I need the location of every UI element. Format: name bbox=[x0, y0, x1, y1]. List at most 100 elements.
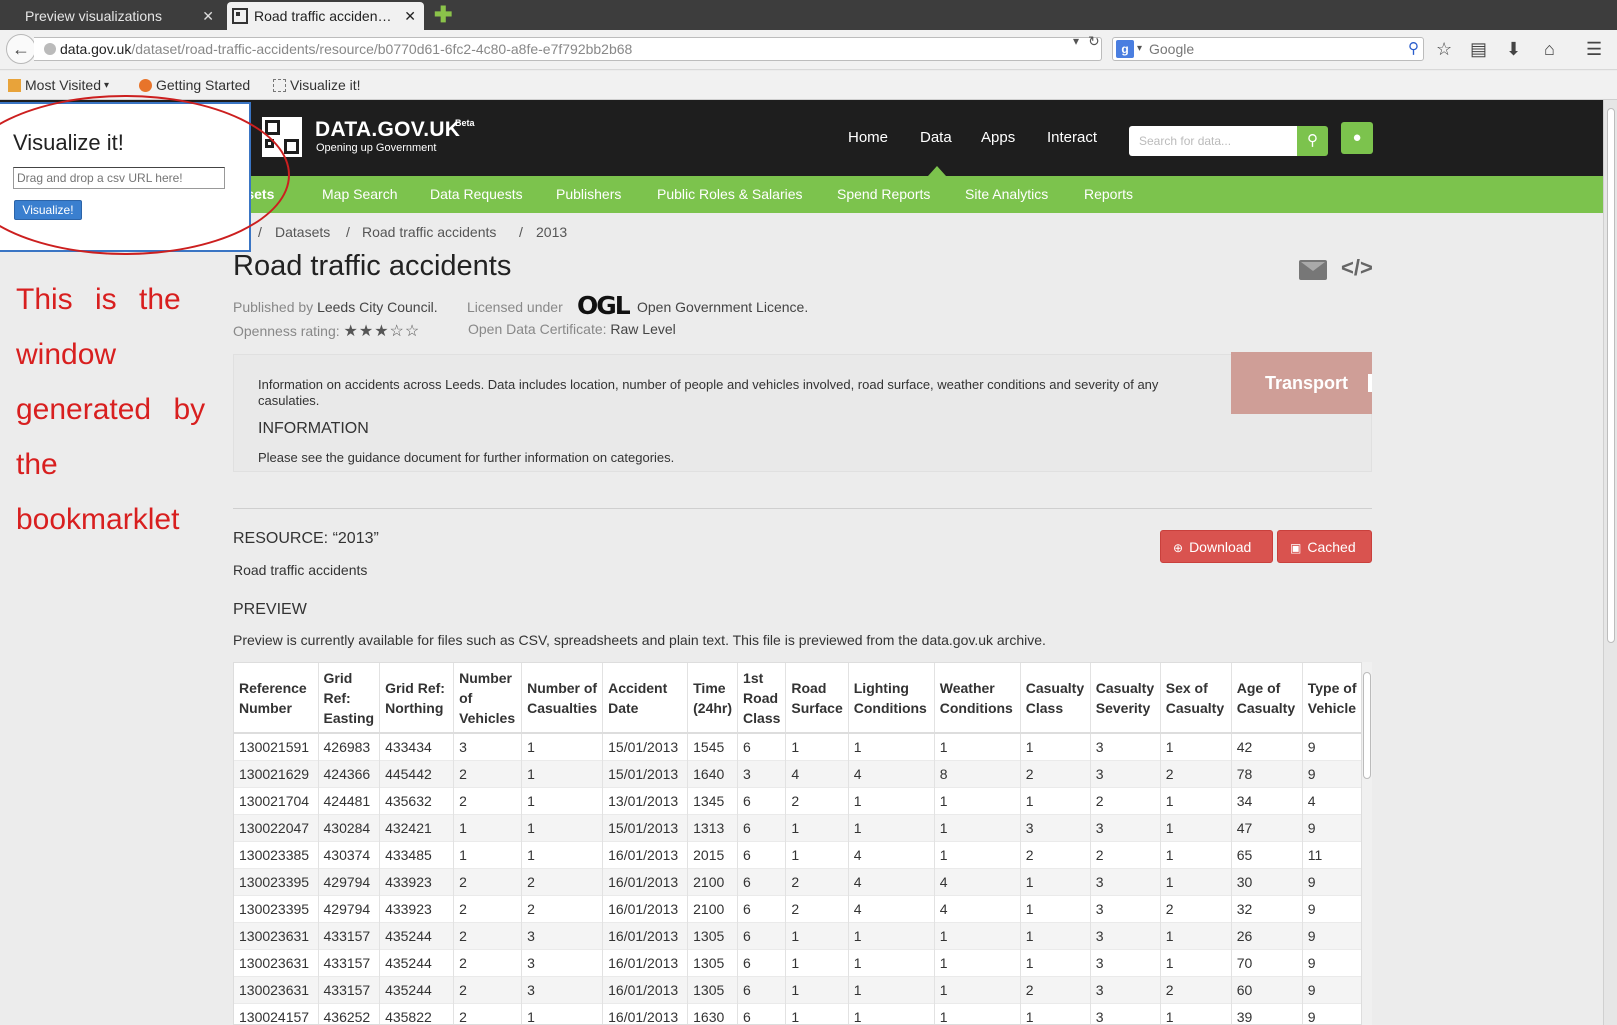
bookmark-visualize-it[interactable]: Visualize it! bbox=[273, 77, 361, 93]
search-input[interactable]: g ▾ Google ⚲ bbox=[1112, 37, 1424, 61]
star-icon[interactable]: ☆ bbox=[1436, 38, 1452, 60]
search-icon[interactable]: ⚲ bbox=[1408, 38, 1419, 60]
bookmark-getting-started[interactable]: Getting Started bbox=[139, 77, 250, 93]
reading-list-icon[interactable]: ▤ bbox=[1470, 38, 1487, 60]
tab-label: Preview visualizations bbox=[25, 8, 162, 24]
table-cell: 130023395 bbox=[234, 894, 319, 922]
column-header[interactable]: Sex of Casualty bbox=[1160, 663, 1232, 734]
breadcrumb-current: 2013 bbox=[536, 224, 568, 240]
nav-home[interactable]: Home bbox=[848, 129, 888, 146]
table-cell: 16/01/2013 bbox=[602, 948, 689, 976]
tab-road-traffic-accidents[interactable]: Road traffic acciden… ✕ bbox=[227, 2, 424, 30]
back-arrow-icon[interactable]: ← bbox=[6, 34, 36, 64]
column-header[interactable]: Lighting Conditions bbox=[848, 663, 935, 734]
menu-icon[interactable]: ☰ bbox=[1586, 38, 1602, 60]
table-cell: 4 bbox=[1302, 786, 1363, 814]
tab-preview-visualizations[interactable]: Preview visualizations ✕ bbox=[0, 2, 222, 30]
column-header[interactable]: Number of Vehicles bbox=[453, 663, 523, 734]
column-header[interactable]: Type of Vehicle bbox=[1302, 663, 1363, 734]
table-cell: 1 bbox=[785, 732, 849, 760]
site-search-input[interactable]: Search for data... bbox=[1129, 126, 1297, 156]
scrollbar-thumb[interactable] bbox=[1607, 108, 1615, 643]
nav-interact[interactable]: Interact bbox=[1047, 129, 1097, 146]
subnav-publishers[interactable]: Publishers bbox=[556, 186, 621, 202]
column-header[interactable]: Weather Conditions bbox=[934, 663, 1021, 734]
column-header[interactable]: 1st Road Class bbox=[737, 663, 787, 734]
table-row: 130023395 429794 433923 2 2 16/01/2013 2100 6 2 4… bbox=[234, 867, 1363, 895]
table-cell: 435244 bbox=[379, 975, 455, 1003]
table-cell: 2 bbox=[453, 948, 523, 976]
search-icon[interactable]: ⚲ bbox=[1297, 126, 1328, 156]
transport-tag[interactable]: Transport bbox=[1231, 352, 1372, 414]
dropdown-arrow-icon[interactable]: ▾ bbox=[1073, 34, 1079, 48]
new-tab-icon[interactable]: ✚ bbox=[434, 4, 452, 26]
table-cell: 1 bbox=[1160, 948, 1232, 976]
column-header[interactable]: Casualty Severity bbox=[1090, 663, 1161, 734]
chevron-down-icon[interactable]: ▾ bbox=[1137, 38, 1142, 60]
table-cell: 433434 bbox=[379, 732, 455, 760]
subnav-map-search[interactable]: Map Search bbox=[322, 186, 397, 202]
cached-button[interactable]: ▣ Cached bbox=[1277, 530, 1372, 563]
home-icon[interactable]: ⌂ bbox=[1544, 38, 1555, 60]
mail-icon[interactable] bbox=[1299, 260, 1327, 280]
table-cell: 4 bbox=[848, 759, 935, 787]
logo-icon[interactable] bbox=[262, 117, 302, 157]
certificate-link[interactable]: Raw Level bbox=[610, 321, 675, 337]
table-cell: 424366 bbox=[318, 759, 381, 787]
table-cell: 15/01/2013 bbox=[602, 732, 689, 760]
url-input[interactable]: data.gov.uk/dataset/road-traffic-acciden… bbox=[34, 37, 1102, 61]
visualize-button[interactable]: Visualize! bbox=[14, 200, 82, 220]
table-cell: 3 bbox=[521, 975, 604, 1003]
subnav-data-requests[interactable]: Data Requests bbox=[430, 186, 523, 202]
reload-icon[interactable]: ↻ bbox=[1088, 33, 1100, 50]
table-cell: 2 bbox=[453, 894, 523, 922]
table-cell: 1 bbox=[785, 840, 849, 868]
table-cell: 433157 bbox=[318, 975, 381, 1003]
subnav-site-analytics[interactable]: Site Analytics bbox=[965, 186, 1048, 202]
close-icon[interactable]: ✕ bbox=[404, 8, 416, 25]
nav-data[interactable]: Data bbox=[920, 129, 952, 146]
bookmark-most-visited[interactable]: Most Visited ▾ bbox=[8, 77, 109, 93]
download-arrow-icon[interactable]: ⬇ bbox=[1506, 38, 1521, 60]
preview-heading: PREVIEW bbox=[233, 601, 307, 618]
publisher-link[interactable]: Leeds City Council. bbox=[317, 299, 438, 315]
column-header[interactable]: Casualty Class bbox=[1020, 663, 1091, 734]
subnav-reports[interactable]: Reports bbox=[1084, 186, 1133, 202]
breadcrumb-dataset[interactable]: Road traffic accidents bbox=[362, 224, 496, 240]
download-button[interactable]: ⊕ Download bbox=[1160, 530, 1273, 563]
licence-link[interactable]: Open Government Licence. bbox=[637, 299, 808, 315]
page-scrollbar[interactable] bbox=[1603, 100, 1617, 1025]
column-header[interactable]: Reference Number bbox=[234, 663, 319, 734]
subnav-spend-reports[interactable]: Spend Reports bbox=[837, 186, 930, 202]
table-cell: 3 bbox=[521, 948, 604, 976]
preview-text: Preview is currently available for files… bbox=[233, 632, 1046, 648]
breadcrumb-datasets[interactable]: Datasets bbox=[275, 224, 330, 240]
column-header[interactable]: Number of Casualties bbox=[521, 663, 604, 734]
column-header[interactable]: Grid Ref: Easting bbox=[318, 663, 381, 734]
column-header[interactable]: Age of Casualty bbox=[1231, 663, 1303, 734]
scrollbar-thumb[interactable] bbox=[1363, 672, 1371, 779]
table-cell: 130021629 bbox=[234, 759, 319, 787]
user-icon[interactable]: ● bbox=[1341, 122, 1373, 154]
table-cell: 6 bbox=[737, 921, 787, 949]
table-row: 130021591 426983 433434 3 1 15/01/2013 1545 6 1 1… bbox=[234, 732, 1363, 760]
close-icon[interactable]: ✕ bbox=[202, 8, 214, 25]
table-cell: 47 bbox=[1231, 813, 1303, 841]
table-cell: 9 bbox=[1302, 759, 1363, 787]
table-cell: 13/01/2013 bbox=[602, 786, 689, 814]
column-header[interactable]: Time (24hr) bbox=[687, 663, 739, 734]
csv-url-input[interactable] bbox=[13, 167, 225, 189]
nav-apps[interactable]: Apps bbox=[981, 129, 1015, 146]
embed-code-icon[interactable]: </> bbox=[1341, 255, 1373, 281]
search-placeholder: Google bbox=[1149, 41, 1195, 57]
table-scrollbar[interactable] bbox=[1361, 662, 1372, 1025]
divider bbox=[233, 508, 1372, 509]
subnav-public-roles[interactable]: Public Roles & Salaries bbox=[657, 186, 803, 202]
table-cell: 1 bbox=[1160, 1002, 1232, 1024]
column-header[interactable]: Accident Date bbox=[602, 663, 689, 734]
column-header[interactable]: Grid Ref: Northing bbox=[379, 663, 455, 734]
table-cell: 15/01/2013 bbox=[602, 813, 689, 841]
logo-title[interactable]: DATA.GOV.UK bbox=[315, 118, 460, 142]
column-header[interactable]: Road Surface bbox=[785, 663, 849, 734]
licensed-under-label: Licensed under bbox=[467, 299, 563, 315]
